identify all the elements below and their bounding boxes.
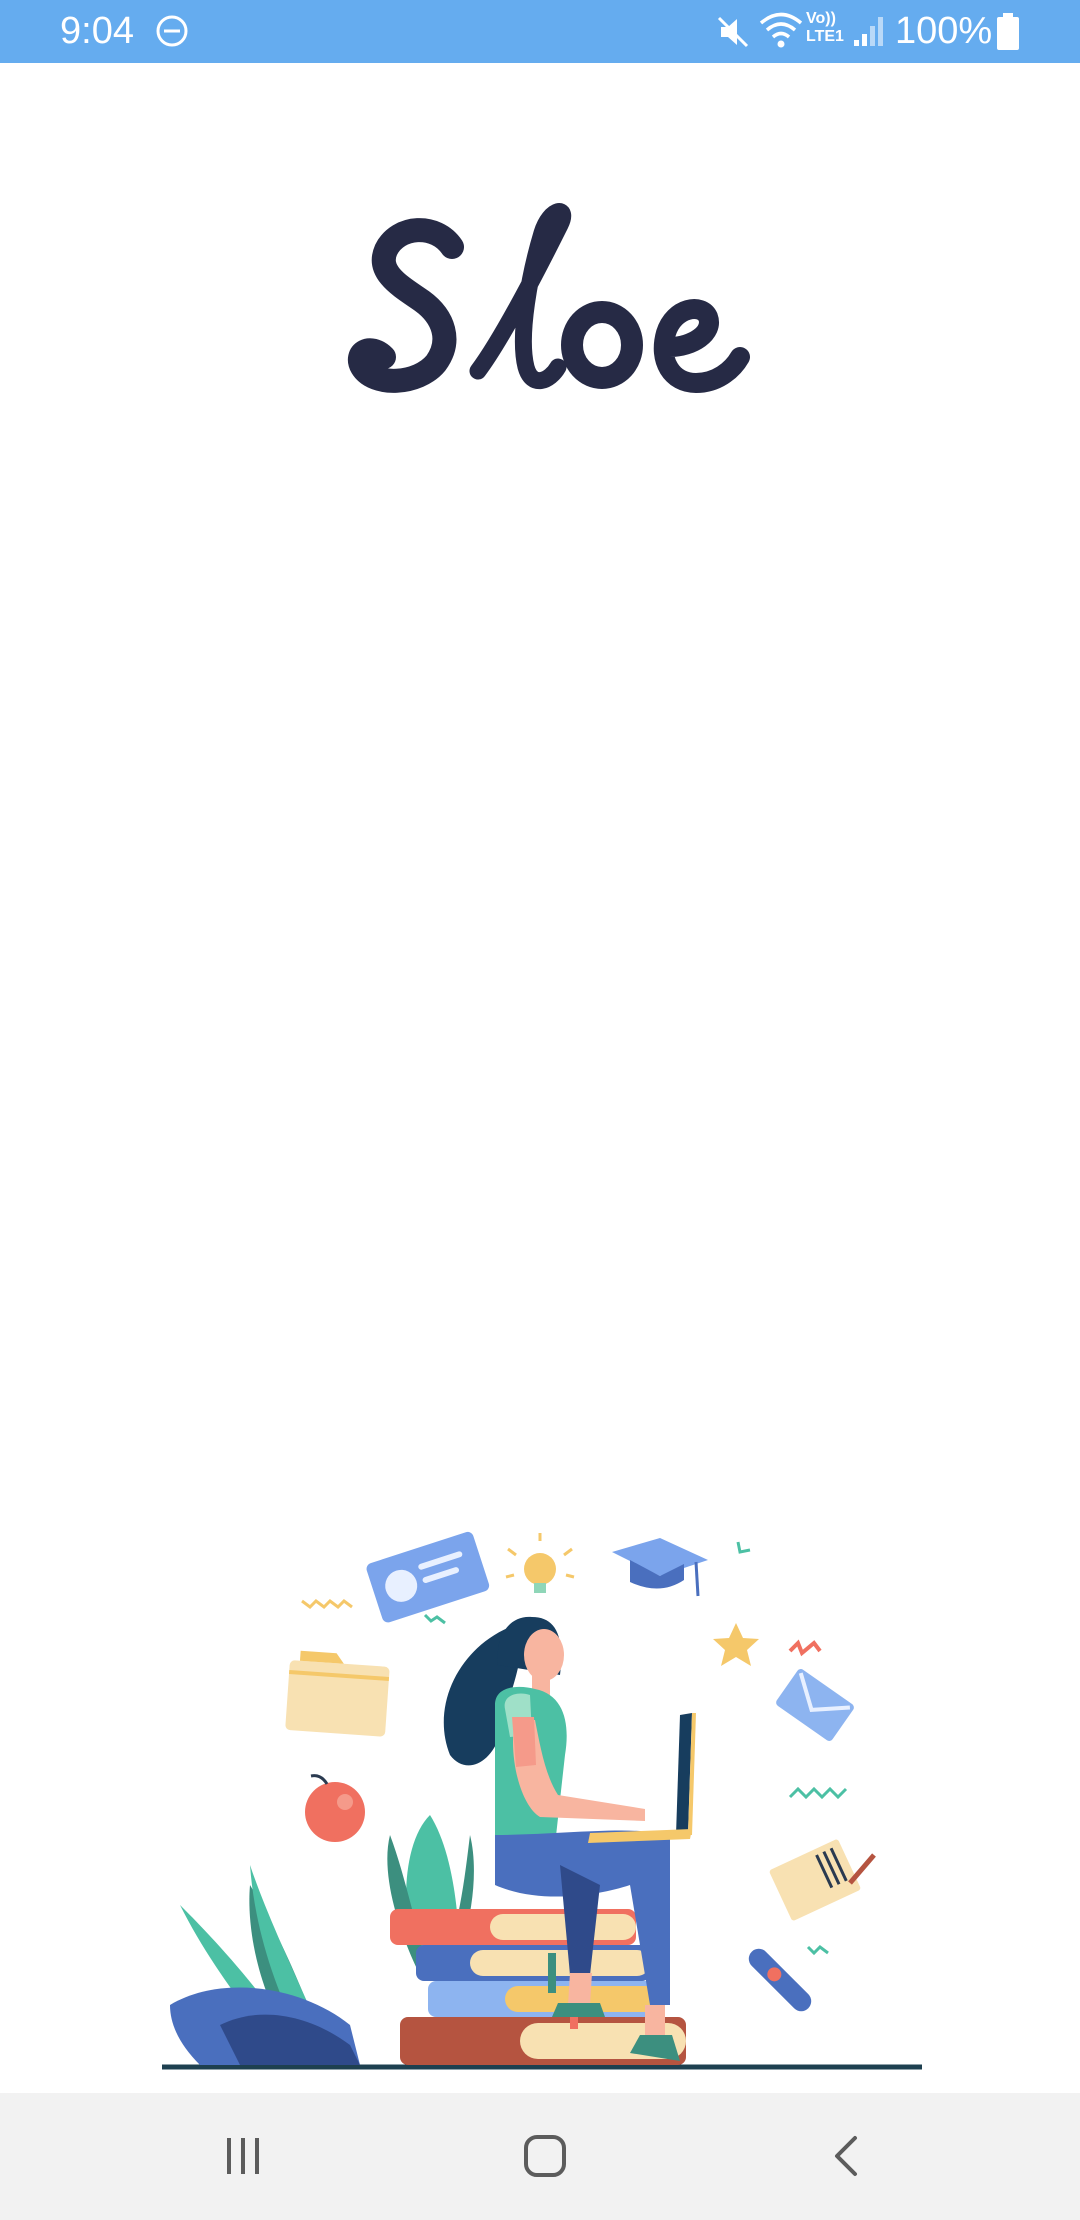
do-not-disturb-icon [156, 15, 188, 47]
wifi-icon [759, 12, 803, 48]
signal-icon [854, 17, 883, 46]
battery-icon [997, 13, 1019, 50]
mute-icon [717, 16, 749, 48]
back-icon [835, 2136, 857, 2176]
lightbulb-icon [505, 1533, 575, 1593]
app-logo [348, 203, 750, 393]
splash-illustration [162, 1531, 922, 2070]
navigation-bar [0, 2093, 1080, 2220]
paper-icon [769, 1839, 861, 1921]
battery-percent: 100% [895, 10, 993, 52]
star-icon [713, 1623, 759, 1666]
recent-apps-icon [227, 2138, 259, 2174]
folder-icon [285, 1650, 390, 1737]
volte-icon: Vo)) LTE1 [806, 10, 856, 54]
back-button[interactable] [802, 2121, 892, 2191]
graduation-cap-icon [612, 1538, 708, 1597]
envelope-icon [776, 1669, 854, 1741]
home-button[interactable] [500, 2121, 590, 2191]
diploma-icon [748, 1948, 812, 2012]
home-icon [524, 2135, 566, 2177]
id-card-icon [366, 1531, 490, 1623]
status-time: 9:04 [60, 10, 134, 52]
recent-apps-button[interactable] [198, 2121, 288, 2191]
volte-label-bottom: LTE1 [806, 28, 844, 45]
status-bar: 9:04 Vo)) LTE1 100% [0, 0, 1080, 63]
apple-icon [305, 1774, 365, 1842]
volte-label-top: Vo)) [806, 10, 836, 27]
